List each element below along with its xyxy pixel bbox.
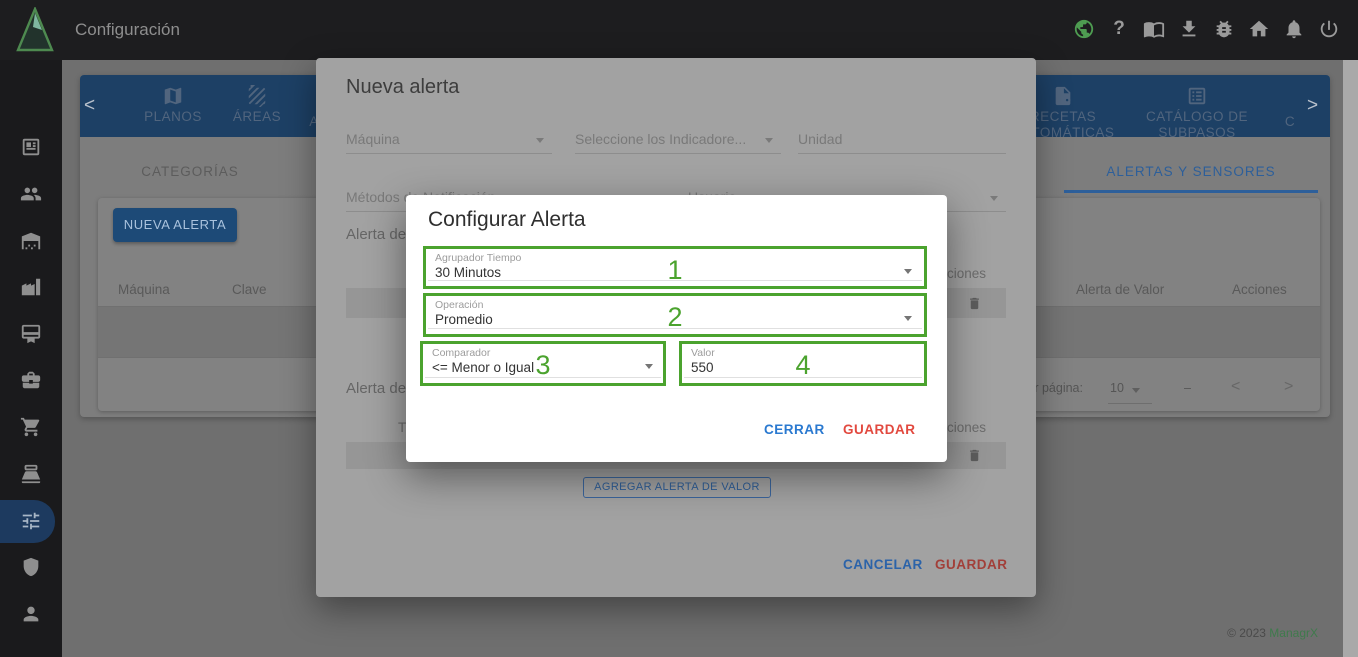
app-root: < PLANOS ÁREAS A bbox=[0, 0, 1358, 657]
chevron-down-icon bbox=[990, 196, 998, 201]
page-range: – bbox=[1184, 381, 1191, 395]
field-label: Unidad bbox=[798, 131, 842, 147]
factory-icon[interactable] bbox=[20, 276, 42, 298]
annotation-1: 1 bbox=[426, 255, 924, 286]
comparador-select[interactable]: Comparador <= Menor o Igual 3 bbox=[420, 341, 666, 386]
cancel-button[interactable]: CANCELAR bbox=[843, 557, 909, 575]
field-underline bbox=[425, 377, 661, 378]
field-label: Seleccione los Indicadore... bbox=[575, 131, 746, 147]
maquina-select[interactable]: Máquina bbox=[346, 128, 552, 154]
tab-label: PLANOS bbox=[144, 110, 202, 123]
tab-label: ÁREAS bbox=[233, 110, 281, 123]
tabs-scroll-left-icon[interactable]: < bbox=[84, 95, 95, 117]
chevron-down-icon bbox=[536, 138, 544, 143]
person-icon[interactable] bbox=[20, 603, 42, 625]
brand-link[interactable]: ManagrX bbox=[1269, 626, 1318, 640]
power-icon[interactable] bbox=[1318, 18, 1340, 40]
configurar-alerta-modal: Configurar Alerta Agrupador Tiempo 30 Mi… bbox=[406, 195, 947, 462]
save-button[interactable]: GUARDAR bbox=[843, 422, 905, 439]
list-alt-icon bbox=[1186, 85, 1208, 107]
texture-icon bbox=[246, 85, 268, 107]
operacion-select[interactable]: Operación Promedio 2 bbox=[423, 293, 927, 337]
scrollbar[interactable] bbox=[1343, 60, 1358, 657]
new-alert-button[interactable]: NUEVA ALERTA bbox=[113, 208, 237, 242]
chevron-down-icon bbox=[904, 316, 912, 321]
modal-title: Configurar Alerta bbox=[428, 208, 586, 232]
page-size-caret-icon[interactable] bbox=[1132, 388, 1140, 393]
chevron-down-icon bbox=[645, 364, 653, 369]
unidad-input[interactable]: Unidad bbox=[798, 128, 1006, 154]
page-title: Configuración bbox=[75, 0, 180, 60]
briefcase-icon[interactable] bbox=[20, 369, 42, 391]
page-prev-icon[interactable]: < bbox=[1231, 378, 1240, 396]
section-title-alerta-pendiente: Alerta de bbox=[346, 380, 406, 397]
page-next-icon[interactable]: > bbox=[1284, 378, 1293, 396]
col-header-maquina: Máquina bbox=[118, 282, 170, 297]
copyright-text: © 2023 bbox=[1227, 626, 1269, 640]
pos-icon[interactable] bbox=[20, 463, 42, 485]
map-icon bbox=[162, 85, 184, 107]
tune-icon[interactable] bbox=[20, 510, 42, 532]
col-header-clave: Clave bbox=[232, 282, 267, 297]
subtab-categorias[interactable]: CATEGORÍAS bbox=[130, 164, 250, 179]
download-icon[interactable] bbox=[1178, 18, 1200, 40]
indicadores-select[interactable]: Seleccione los Indicadore... bbox=[575, 128, 781, 154]
field-underline bbox=[428, 280, 922, 281]
tab-partial-right[interactable]: C bbox=[1275, 115, 1305, 128]
tab-label: C bbox=[1285, 115, 1295, 128]
delete-icon[interactable] bbox=[967, 447, 982, 464]
footer: © 2023 ManagrX bbox=[1062, 626, 1318, 640]
tabs-scroll-right-icon[interactable]: > bbox=[1307, 95, 1318, 117]
tab-label-line2: SUBPASOS bbox=[1158, 126, 1235, 139]
field-label: Máquina bbox=[346, 131, 400, 147]
topbar: Configuración ? bbox=[0, 0, 1358, 60]
field-underline bbox=[428, 328, 922, 329]
sidebar bbox=[0, 60, 62, 657]
home-icon[interactable] bbox=[1248, 18, 1270, 40]
tab-label: CATÁLOGO DE bbox=[1146, 110, 1248, 123]
help-icon[interactable]: ? bbox=[1108, 18, 1130, 40]
section-title-alerta-valor: Alerta de bbox=[346, 226, 406, 243]
news-icon[interactable] bbox=[20, 136, 42, 158]
app-logo[interactable] bbox=[16, 7, 54, 53]
tab-catalogo-subpasos[interactable]: CATÁLOGO DE SUBPASOS bbox=[1112, 85, 1282, 139]
chevron-down-icon bbox=[765, 138, 773, 143]
page-size-underline bbox=[1108, 403, 1152, 404]
agrupador-tiempo-select[interactable]: Agrupador Tiempo 30 Minutos 1 bbox=[423, 246, 927, 289]
col-header-acciones: Acciones bbox=[1232, 282, 1287, 297]
close-button[interactable]: CERRAR bbox=[764, 422, 820, 439]
bug-report-icon[interactable] bbox=[1213, 18, 1235, 40]
page-size-value[interactable]: 10 bbox=[1110, 381, 1124, 395]
field-underline bbox=[684, 377, 922, 378]
save-button[interactable]: GUARDAR bbox=[935, 557, 995, 575]
shield-icon[interactable] bbox=[20, 556, 42, 578]
active-subtab-underline bbox=[1064, 190, 1318, 193]
globe-icon[interactable] bbox=[1073, 18, 1095, 40]
delete-icon[interactable] bbox=[967, 295, 982, 312]
modal-title: Nueva alerta bbox=[346, 76, 459, 99]
valor-input[interactable]: Valor 550 4 bbox=[679, 341, 927, 386]
library-icon[interactable] bbox=[1143, 18, 1165, 40]
topbar-actions: ? bbox=[1073, 18, 1340, 40]
add-value-alert-button[interactable]: AGREGAR ALERTA DE VALOR bbox=[583, 477, 771, 498]
col-header-alerta-valor: Alerta de Valor bbox=[1076, 282, 1164, 297]
tab-label: RECETAS bbox=[1030, 110, 1096, 123]
cart-icon[interactable] bbox=[20, 416, 42, 438]
file-gear-icon bbox=[1052, 85, 1074, 107]
warehouse-icon[interactable] bbox=[20, 230, 42, 252]
subtab-alertas-sensores[interactable]: ALERTAS Y SENSORES bbox=[1064, 164, 1318, 179]
users-icon[interactable] bbox=[20, 183, 42, 205]
notifications-icon[interactable] bbox=[1283, 18, 1305, 40]
certificate-icon[interactable] bbox=[20, 323, 42, 345]
chevron-down-icon bbox=[904, 269, 912, 274]
